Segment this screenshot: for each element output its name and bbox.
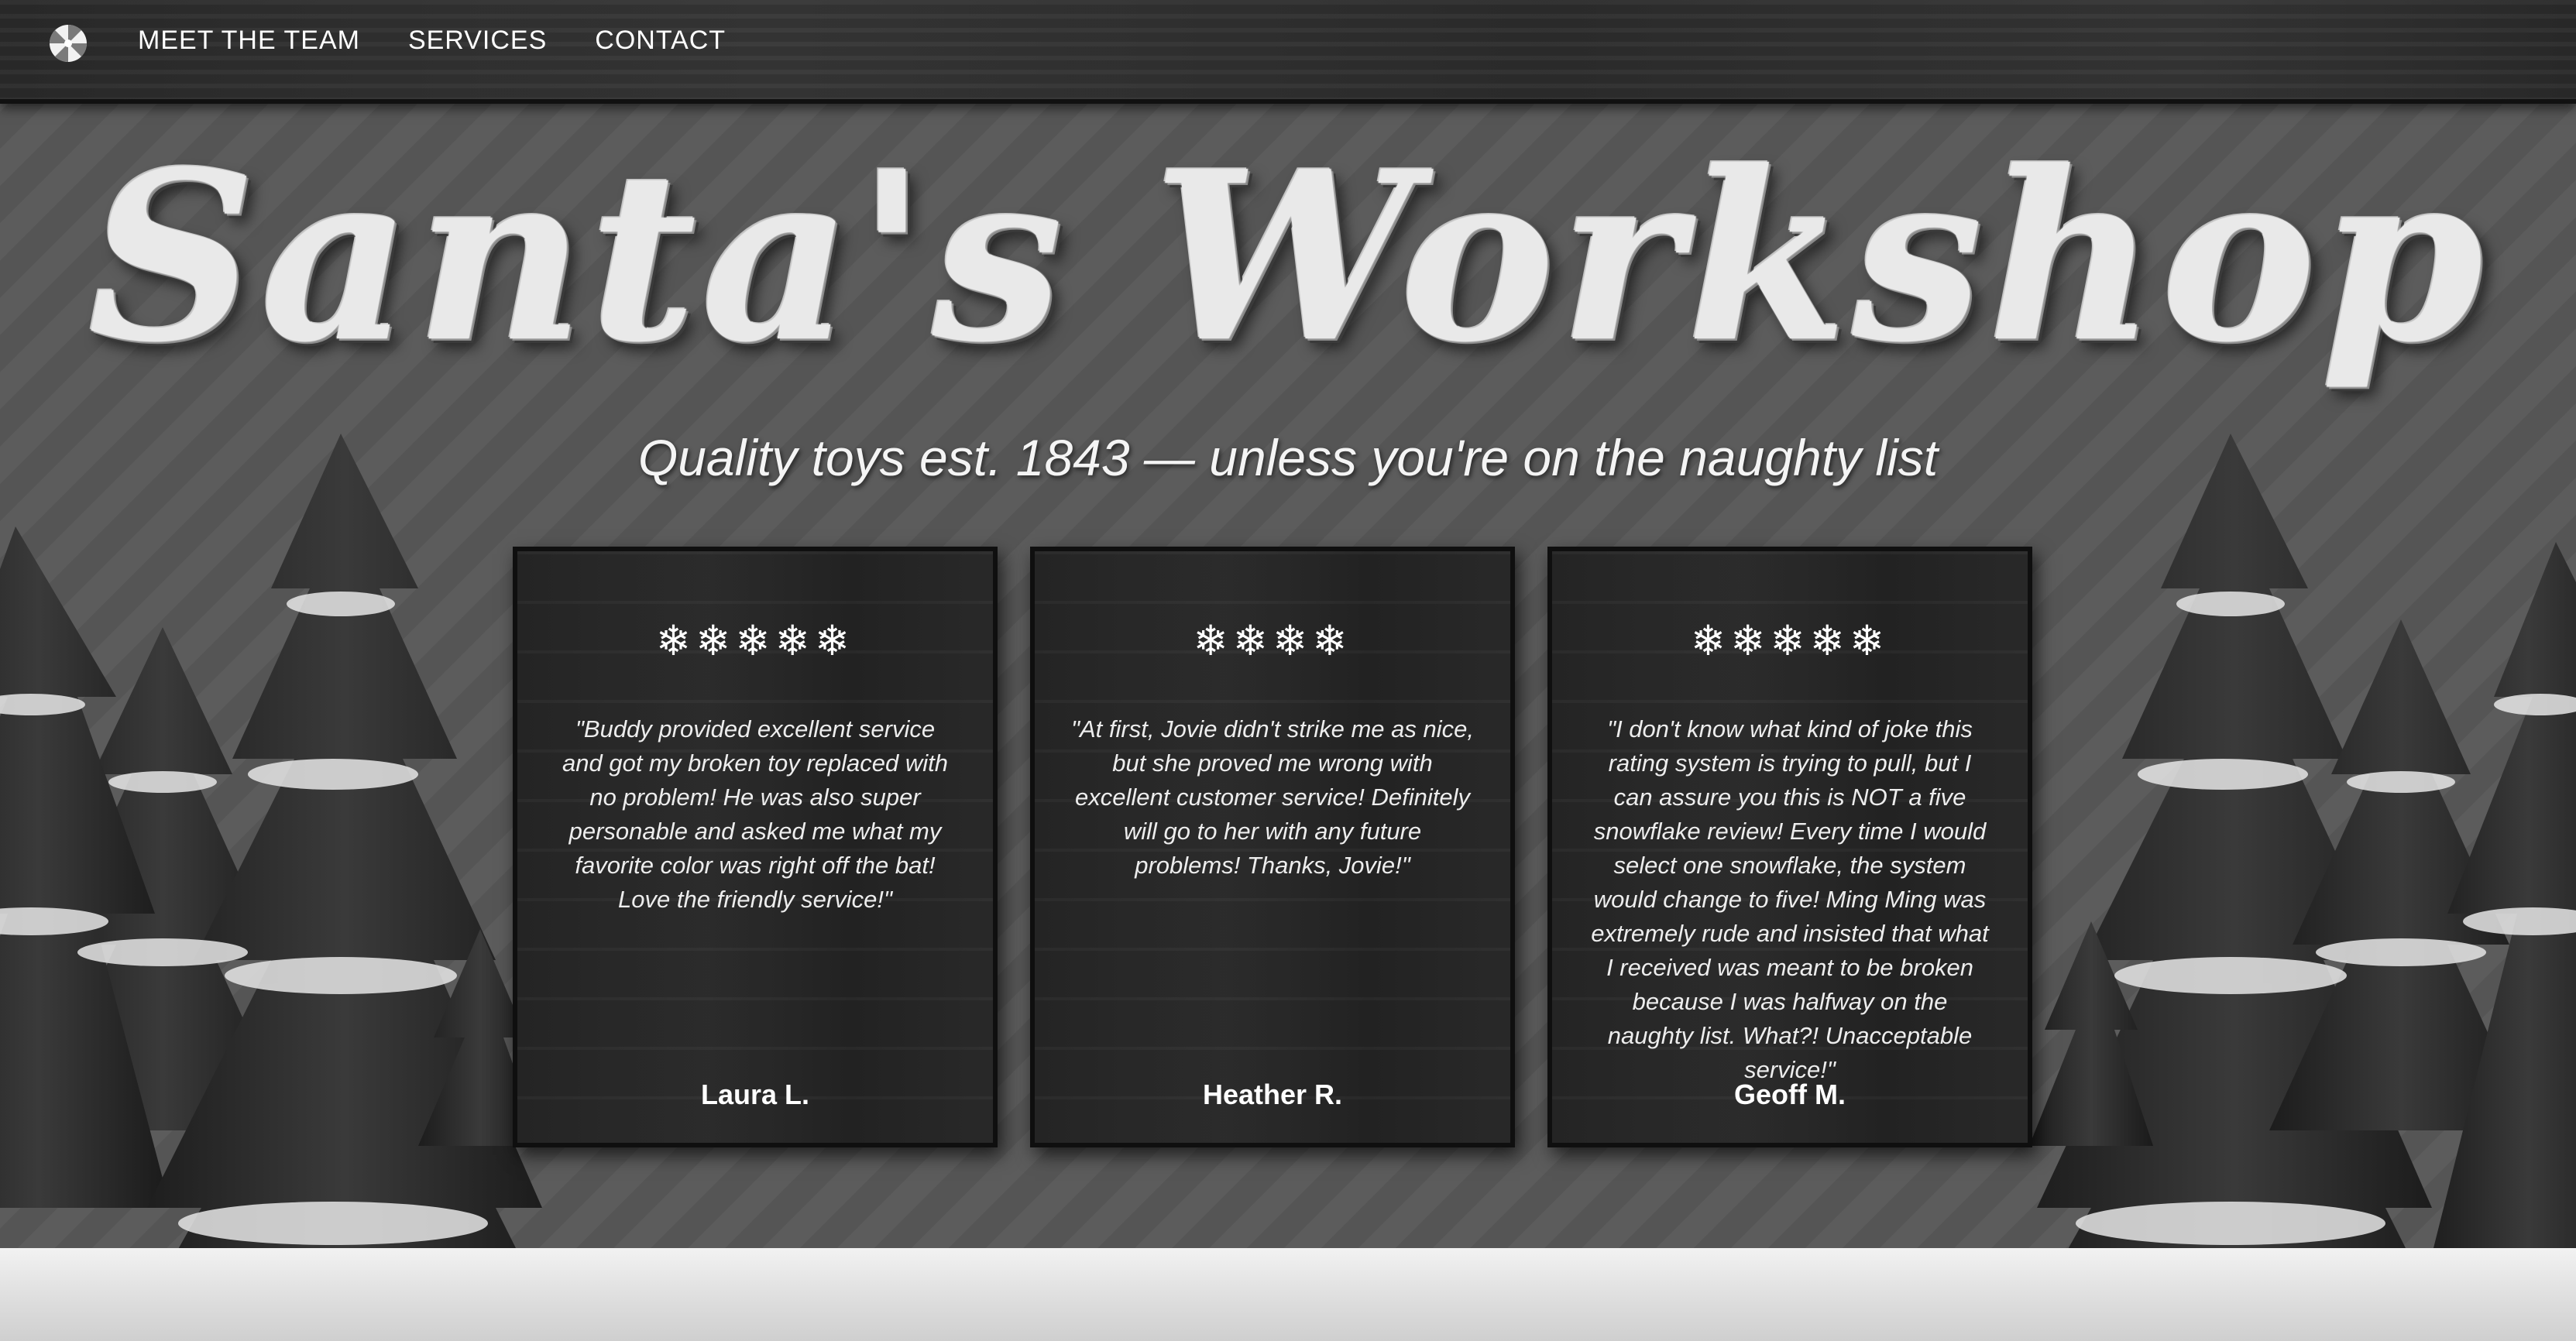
review-text: "At first, Jovie didn't strike me as nic… xyxy=(1071,715,1474,879)
nav-links: MEET THE TEAM SERVICES CONTACT xyxy=(138,23,726,57)
nav-link-contact[interactable]: CONTACT xyxy=(595,23,726,57)
snowflake-rating: ❄❄❄❄❄ xyxy=(1690,616,1890,665)
snow-ground xyxy=(0,1248,2576,1341)
nav-link-meet-the-team[interactable]: MEET THE TEAM xyxy=(138,23,360,57)
reviewer-name: Heather R. xyxy=(1202,1079,1343,1110)
snowflake-rating: ❄❄❄❄❄ xyxy=(655,616,855,665)
page-subtitle: Quality toys est. 1843 — unless you're o… xyxy=(637,429,1939,486)
review-text: "I don't know what kind of joke this rat… xyxy=(1591,715,1989,1083)
page-title: Santa's Workshop xyxy=(88,120,2488,393)
reviewer-name: Geoff M. xyxy=(1734,1079,1846,1110)
nav-link-services[interactable]: SERVICES xyxy=(408,23,547,57)
review-text: "Buddy provided excellent service and go… xyxy=(562,715,948,913)
snowflake-rating: ❄❄❄❄ xyxy=(1193,616,1352,665)
review-card: ❄❄❄❄❄ "Buddy provided excellent service … xyxy=(513,547,998,1147)
peppermint-candy-icon[interactable] xyxy=(48,23,88,63)
review-card: ❄❄❄❄ "At first, Jovie didn't strike me a… xyxy=(1030,547,1515,1147)
reviews-section: ❄❄❄❄❄ "Buddy provided excellent service … xyxy=(513,547,2032,1147)
reviewer-name: Laura L. xyxy=(700,1079,810,1110)
review-card: ❄❄❄❄❄ "I don't know what kind of joke th… xyxy=(1547,547,2032,1147)
top-navbar: MEET THE TEAM SERVICES CONTACT xyxy=(0,0,2576,104)
